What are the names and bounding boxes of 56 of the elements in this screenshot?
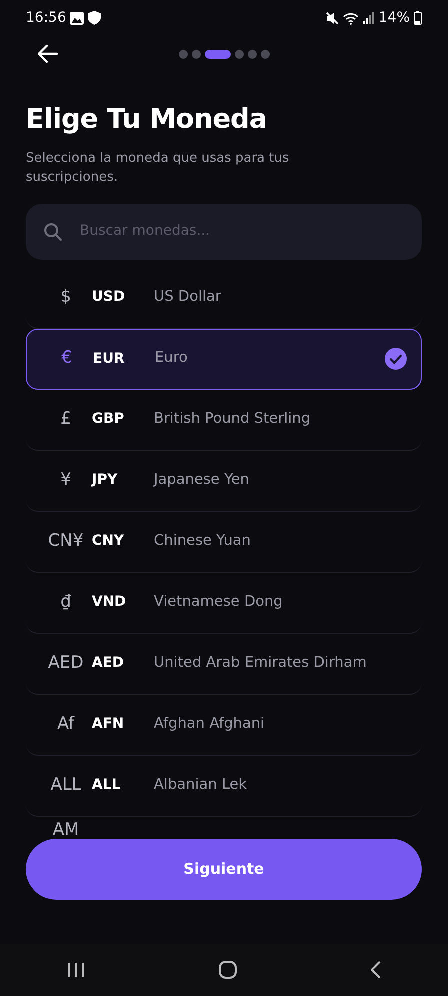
currency-name: British Pound Sterling [154,410,312,429]
currency-row[interactable]: AM [26,816,422,838]
subtitle: Selecciona la moneda que usas para tus suscripciones. [26,150,290,186]
next-button[interactable]: Siguiente [26,838,422,900]
currency-name: Chinese Yuan [154,532,252,551]
search-icon [44,222,62,240]
currency-row[interactable]: CN¥ CNY Chinese Yuan [26,512,422,572]
currency-name: US Dollar [154,288,222,307]
shield-icon [88,11,102,25]
currency-row[interactable]: € EUR Euro [26,328,422,390]
currency-code: AED [92,654,126,673]
mute-icon [326,12,339,24]
back-arrow-icon[interactable] [38,45,58,63]
currency-code: AFN [92,715,126,734]
currency-symbol: AED [47,652,85,675]
currency-symbol: ¥ [60,468,72,492]
status-time: 16:56 [26,8,66,28]
currency-symbol: £ [60,408,72,431]
image-icon [70,12,84,24]
currency-code: VND [92,593,128,612]
currency-symbol: € [60,347,74,370]
currency-code: CNY [92,532,126,551]
currency-name: Japanese Yen [154,470,250,490]
home-icon[interactable] [219,961,237,979]
currency-row[interactable]: Af AFN Afghan Afghani [26,694,422,756]
recent-apps-icon[interactable] [67,962,85,978]
currency-code: GBP [92,410,126,429]
currency-row[interactable]: ₫ VND Vietnamese Dong [26,572,422,634]
currency-name: Euro [155,349,189,368]
back-icon[interactable] [371,961,381,979]
search-input[interactable]: Buscar monedas... [78,220,404,243]
currency-symbol: ALL [50,774,82,797]
currency-code: USD [92,288,126,307]
currency-name: Afghan Afghani [154,714,266,734]
currency-symbol: CN¥ [47,530,85,553]
battery-percentage: 14% [378,8,410,28]
battery-icon [414,11,422,25]
currency-symbol: Af [56,712,76,736]
currency-name: Albanian Lek [154,776,248,795]
currency-row[interactable]: ALL ALL Albanian Lek [26,756,422,816]
currency-code: ALL [92,776,122,795]
check-circle-icon [385,348,407,370]
currency-name: United Arab Emirates Dirham [154,654,368,673]
currency-row[interactable]: AED AED United Arab Emirates Dirham [26,634,422,694]
currency-code: JPY [92,471,119,490]
currency-symbol: AM [52,820,80,838]
currency-code: EUR [93,350,126,368]
signal-icon [362,12,375,24]
wifi-icon [342,12,359,24]
currency-name: Vietnamese Dong [154,592,284,612]
search-field[interactable]: Buscar monedas... [26,204,422,260]
currency-row[interactable]: £ GBP British Pound Sterling [26,390,422,450]
page-title: Elige Tu Moneda [26,103,268,137]
currency-symbol: $ [60,286,72,309]
currency-symbol: ₫ [60,590,72,614]
currency-row[interactable]: ¥ JPY Japanese Yen [26,450,422,512]
